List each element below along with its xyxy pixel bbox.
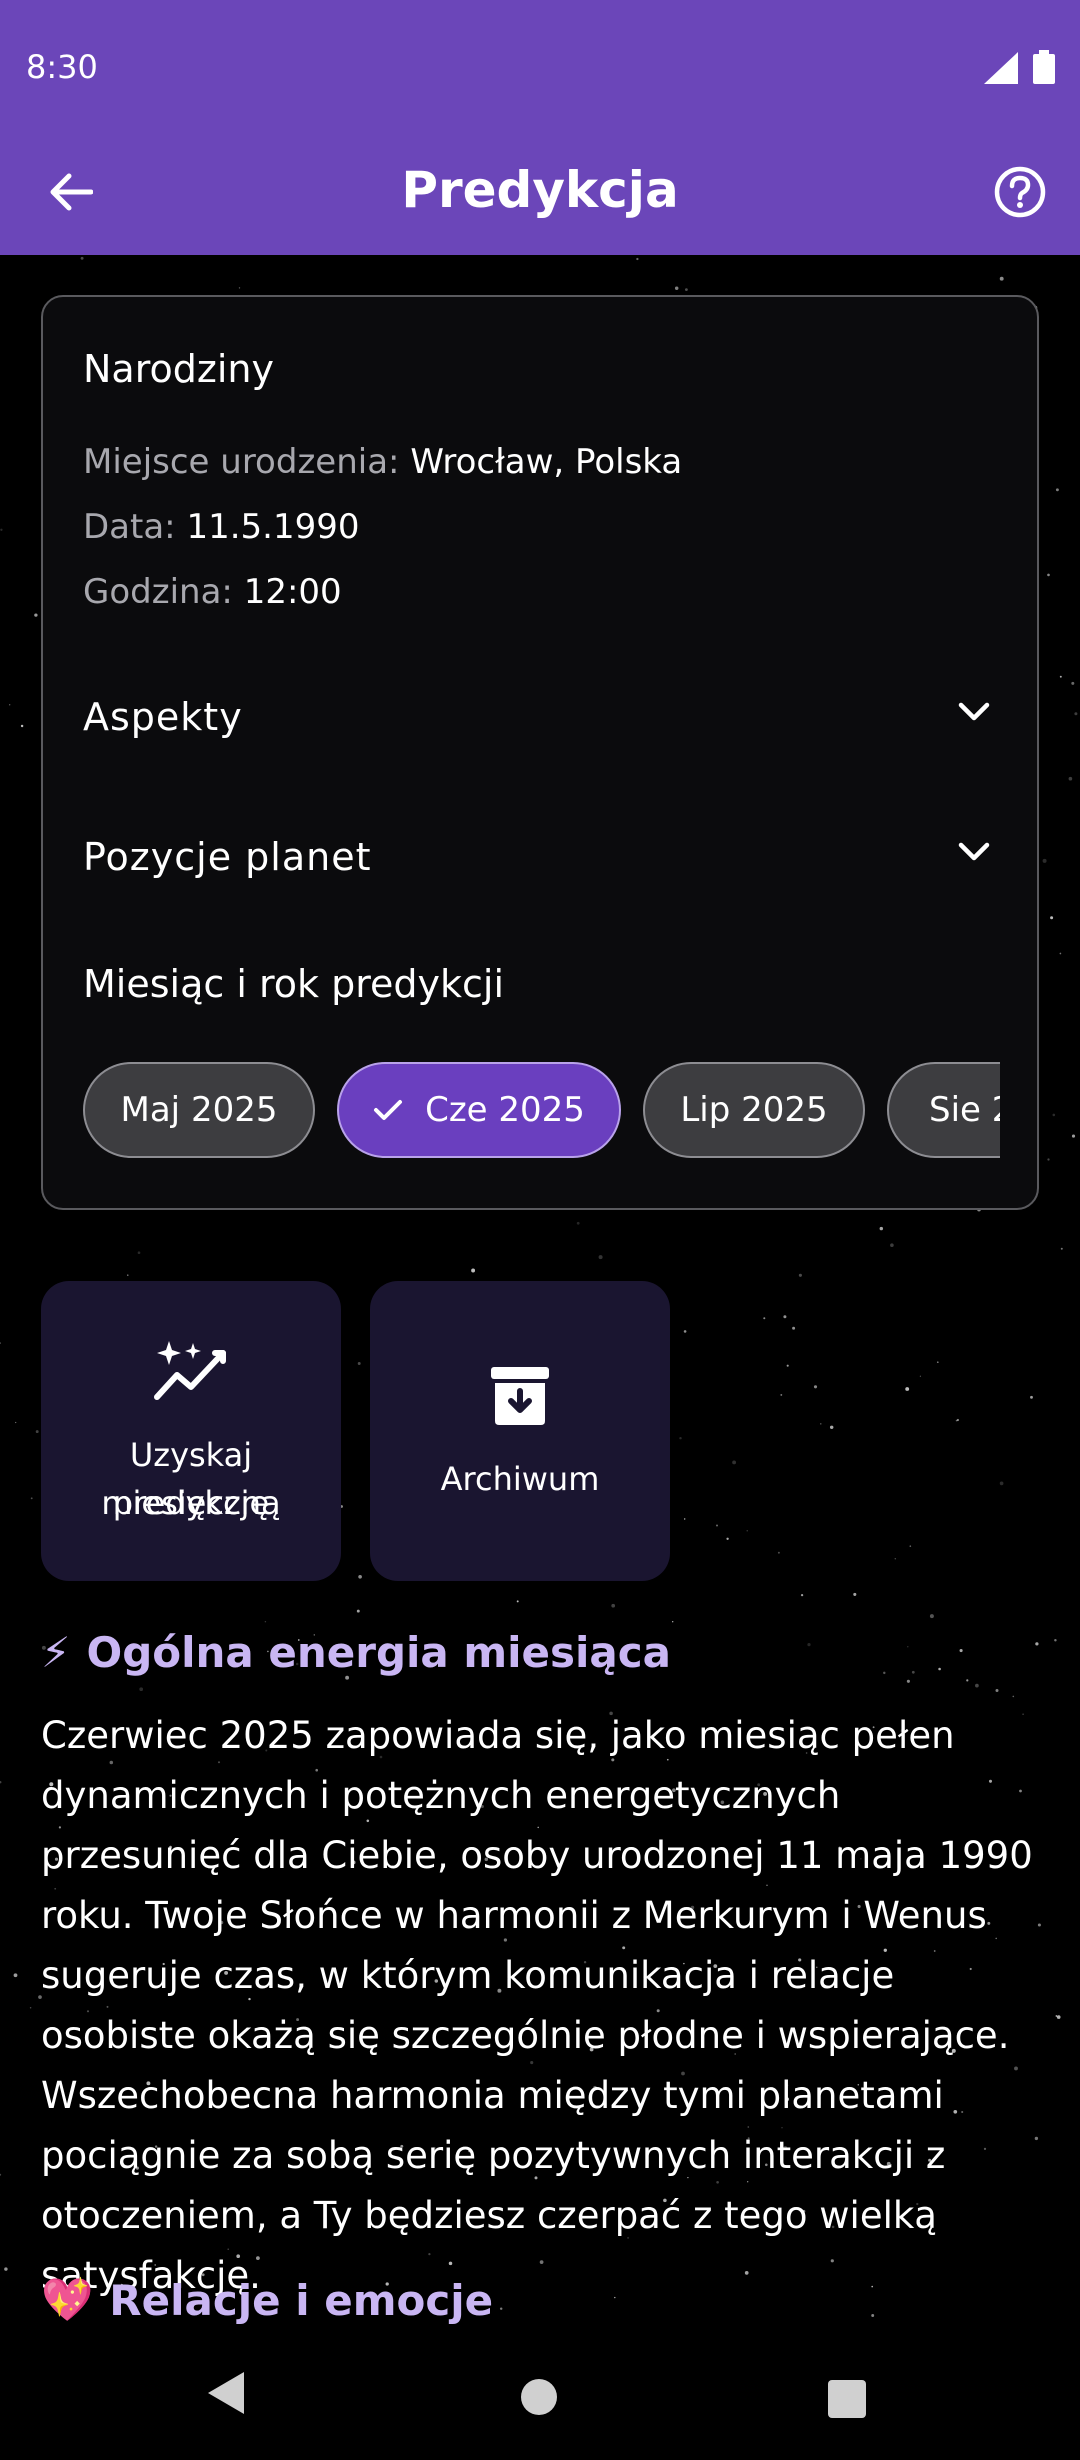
month-chip-label: Maj 2025 [120,1090,278,1130]
section-relations-title: 💖 Relacje i emocje [41,2275,493,2325]
section-title-text: Ogólna energia miesiąca [86,1628,672,1677]
month-chip-label: Sie 2025 [929,1090,1000,1130]
nav-recents-icon[interactable] [828,2380,866,2418]
birth-date-label: Data: [83,507,176,547]
status-bar: 8:30 [0,0,1080,135]
nav-back-icon[interactable] [206,2370,246,2416]
section-general-energy-title: ⚡ Ogólna energia miesiąca [41,1628,671,1677]
month-chip-label: Lip 2025 [680,1090,828,1130]
signal-icon [984,52,1018,84]
birth-time-row: Godzina: 12:00 [83,572,342,612]
app-bar: Predykcja [0,135,1080,255]
auto-graph-sparkle-icon [154,1341,226,1400]
birth-time-value: 12:00 [243,572,342,612]
month-chip-list: Maj 2025 Cze 2025 Lip 2025 Sie 2025 [83,1062,1000,1162]
month-chip[interactable]: Sie 2025 [887,1062,1000,1158]
birth-place-row: Miejsce urodzenia: Wrocław, Polska [83,442,682,482]
birth-place-value: Wrocław, Polska [410,442,683,482]
birth-heading: Narodziny [83,347,274,391]
nav-home-icon[interactable] [520,2378,558,2416]
birth-time-label: Godzina: [83,572,233,612]
prediction-month-heading: Miesiąc i rok predykcji [83,962,505,1006]
planet-positions-expander[interactable]: Pozycje planet [43,807,1041,907]
month-chip[interactable]: Maj 2025 [83,1062,315,1158]
lightning-icon: ⚡ [41,1628,71,1677]
month-chip-selected[interactable]: Cze 2025 [337,1062,621,1158]
birth-data-card: Narodziny Miejsce urodzenia: Wrocław, Po… [41,295,1039,1210]
chevron-down-icon [958,842,990,861]
archive-icon [491,1367,549,1425]
aspects-label: Aspekty [83,695,243,739]
aspects-expander[interactable]: Aspekty [43,667,1041,767]
get-monthly-prediction-button[interactable]: Uzyskaj miesięczną predykcję [41,1281,341,1581]
birth-date-value: 11.5.1990 [186,507,360,547]
sparkling-heart-icon: 💖 [41,2275,94,2324]
system-navigation-bar [0,2340,1080,2460]
battery-icon [1033,50,1055,84]
section-title-text: Relacje i emocje [109,2275,494,2325]
page-title: Predykcja [401,161,679,219]
check-icon [374,1100,403,1120]
birth-place-label: Miejsce urodzenia: [83,442,400,482]
month-chip-label: Cze 2025 [425,1090,585,1130]
month-chip[interactable]: Lip 2025 [643,1062,865,1158]
birth-date-row: Data: 11.5.1990 [83,507,360,547]
planet-positions-label: Pozycje planet [83,835,372,879]
general-energy-text: Czerwiec 2025 zapowiada się, jako miesią… [41,1714,1033,2297]
help-button[interactable] [985,157,1055,227]
predict-label-line2: predykcję [112,1484,270,1522]
archive-label: Archiwum [440,1460,600,1498]
help-circle-icon [994,166,1046,218]
chevron-down-icon [958,702,990,721]
status-time: 8:30 [26,48,98,86]
archive-button[interactable]: Archiwum [370,1281,670,1581]
